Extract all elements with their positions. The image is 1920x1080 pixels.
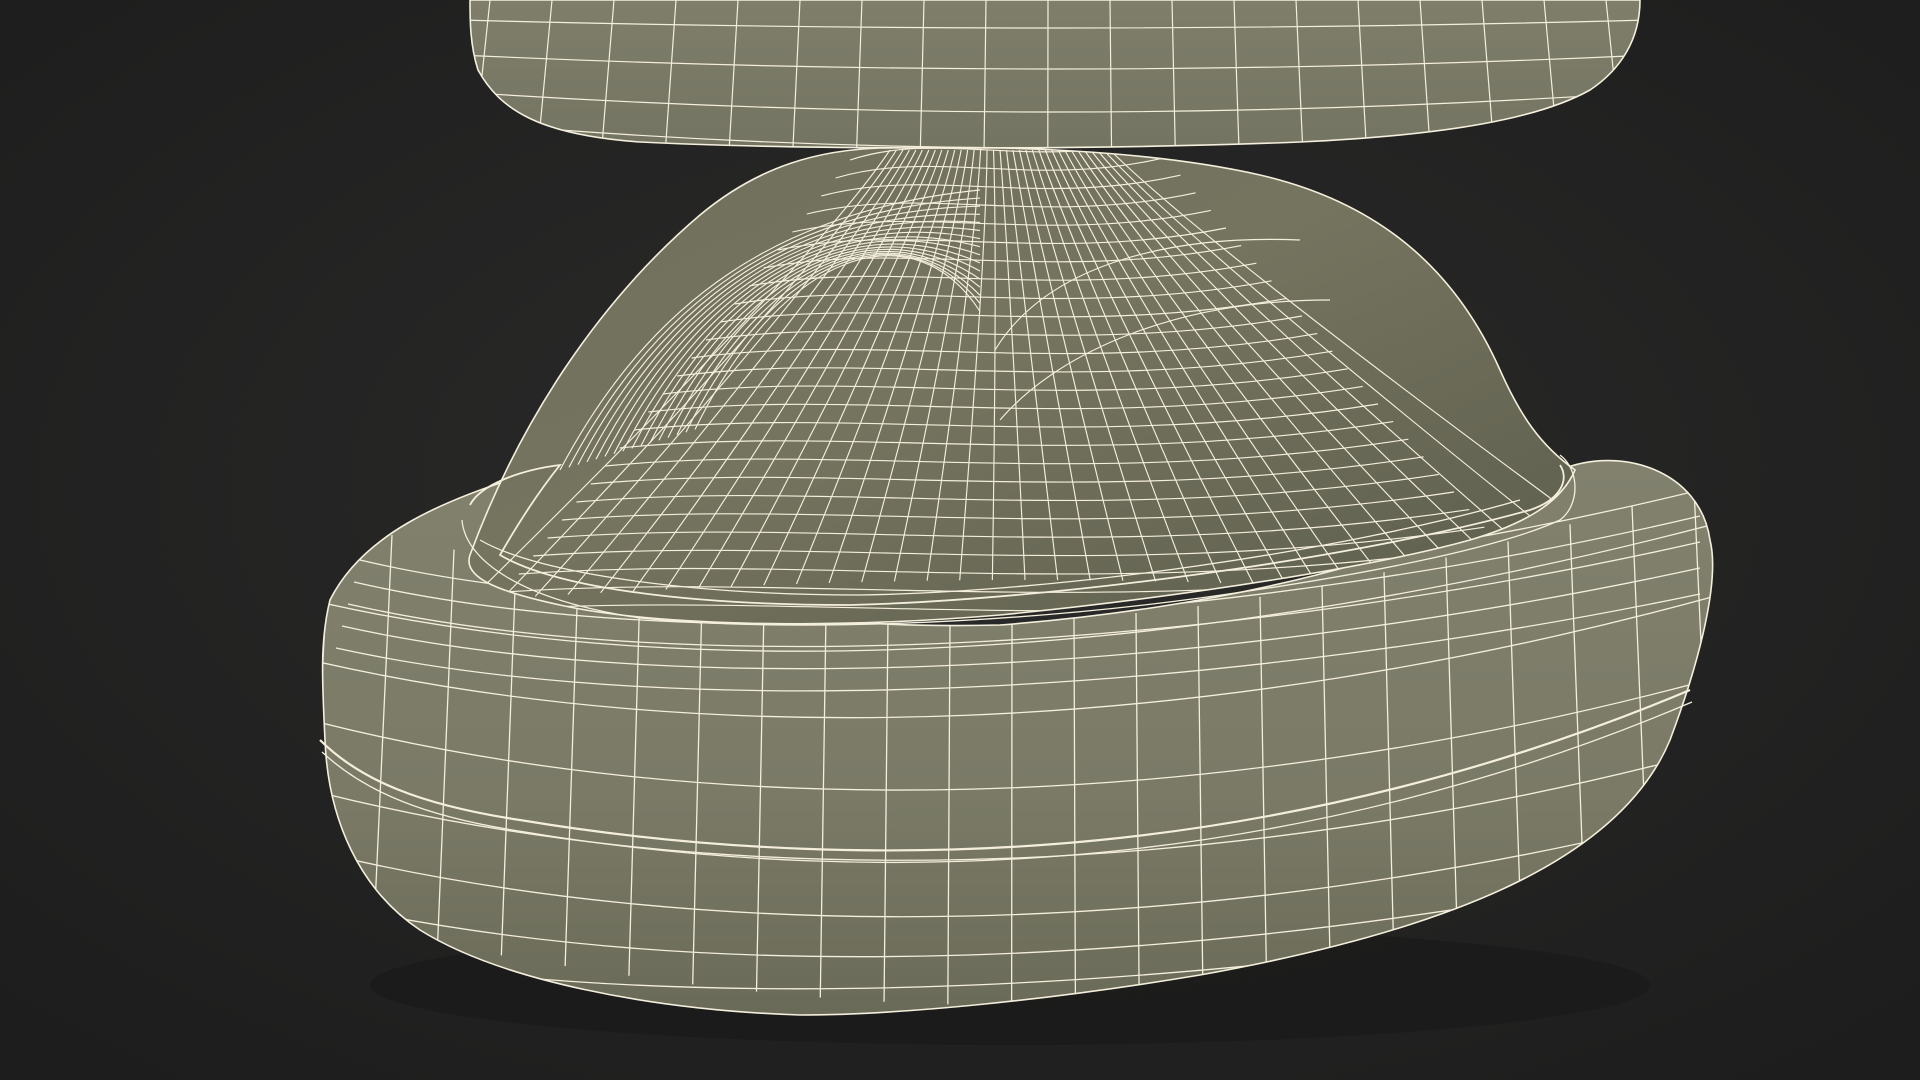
wireframe-render bbox=[0, 0, 1920, 1080]
top-disc-surface bbox=[469, 0, 1641, 149]
